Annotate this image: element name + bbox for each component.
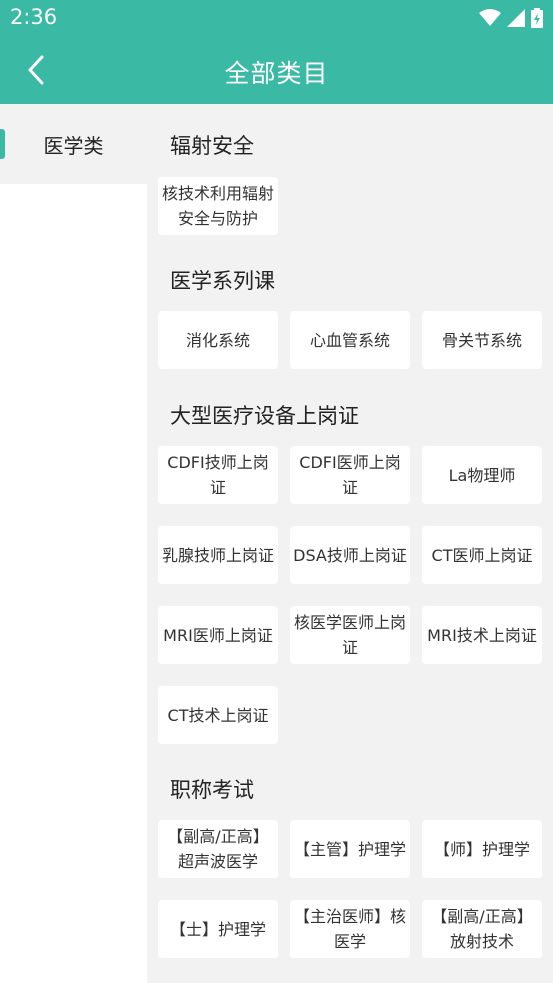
category-content: 辐射安全 核技术利用辐射 安全与防护 医学系列课 消化系统 心血管系统 骨关节系… [147,104,553,983]
category-chip[interactable]: 【主管】护理学 [290,820,410,878]
status-icons [479,8,543,28]
section-title: 辐射安全 [170,134,254,158]
category-chip[interactable]: CT医师上岗证 [422,526,542,584]
category-chip[interactable]: CDFI技师上岗 证 [158,446,278,504]
category-chip[interactable]: 消化系统 [158,311,278,369]
app-bar: 全部类目 [0,36,553,104]
category-chip[interactable]: CDFI医师上岗 证 [290,446,410,504]
signal-icon [507,9,525,27]
category-chip[interactable]: 【副高/正高】 超声波医学 [158,820,278,878]
category-chip[interactable]: 核技术利用辐射 安全与防护 [158,177,278,235]
section-title: 职称考试 [170,778,254,802]
category-chip[interactable]: 【主治医师】核 医学 [290,900,410,958]
category-chip[interactable]: CT技术上岗证 [158,686,278,744]
category-chip[interactable]: 乳腺技师上岗证 [158,526,278,584]
status-bar: 2:36 [0,0,553,36]
status-time: 2:36 [10,5,58,29]
category-chip[interactable]: 心血管系统 [290,311,410,369]
wifi-icon [479,9,501,26]
section-title: 大型医疗设备上岗证 [170,404,359,428]
sidebar-item-medicine[interactable]: 医学类 [0,104,147,184]
category-chip[interactable]: 【士】护理学 [158,900,278,958]
category-chip[interactable]: DSA技师上岗证 [290,526,410,584]
category-chip[interactable]: MRI医师上岗证 [158,606,278,664]
category-chip[interactable]: MRI技术上岗证 [422,606,542,664]
category-sidebar: 医学类 [0,104,147,983]
category-chip[interactable]: 【师】护理学 [422,820,542,878]
category-chip[interactable]: La物理师 [422,446,542,504]
battery-icon [531,8,543,28]
category-chip[interactable]: 【副高/正高】 放射技术 [422,900,542,958]
category-chip[interactable]: 骨关节系统 [422,311,542,369]
page-title: 全部类目 [224,59,329,88]
section-title: 医学系列课 [170,269,275,293]
category-chip[interactable]: 核医学医师上岗 证 [290,606,410,664]
sidebar-item-label: 医学类 [43,133,104,158]
